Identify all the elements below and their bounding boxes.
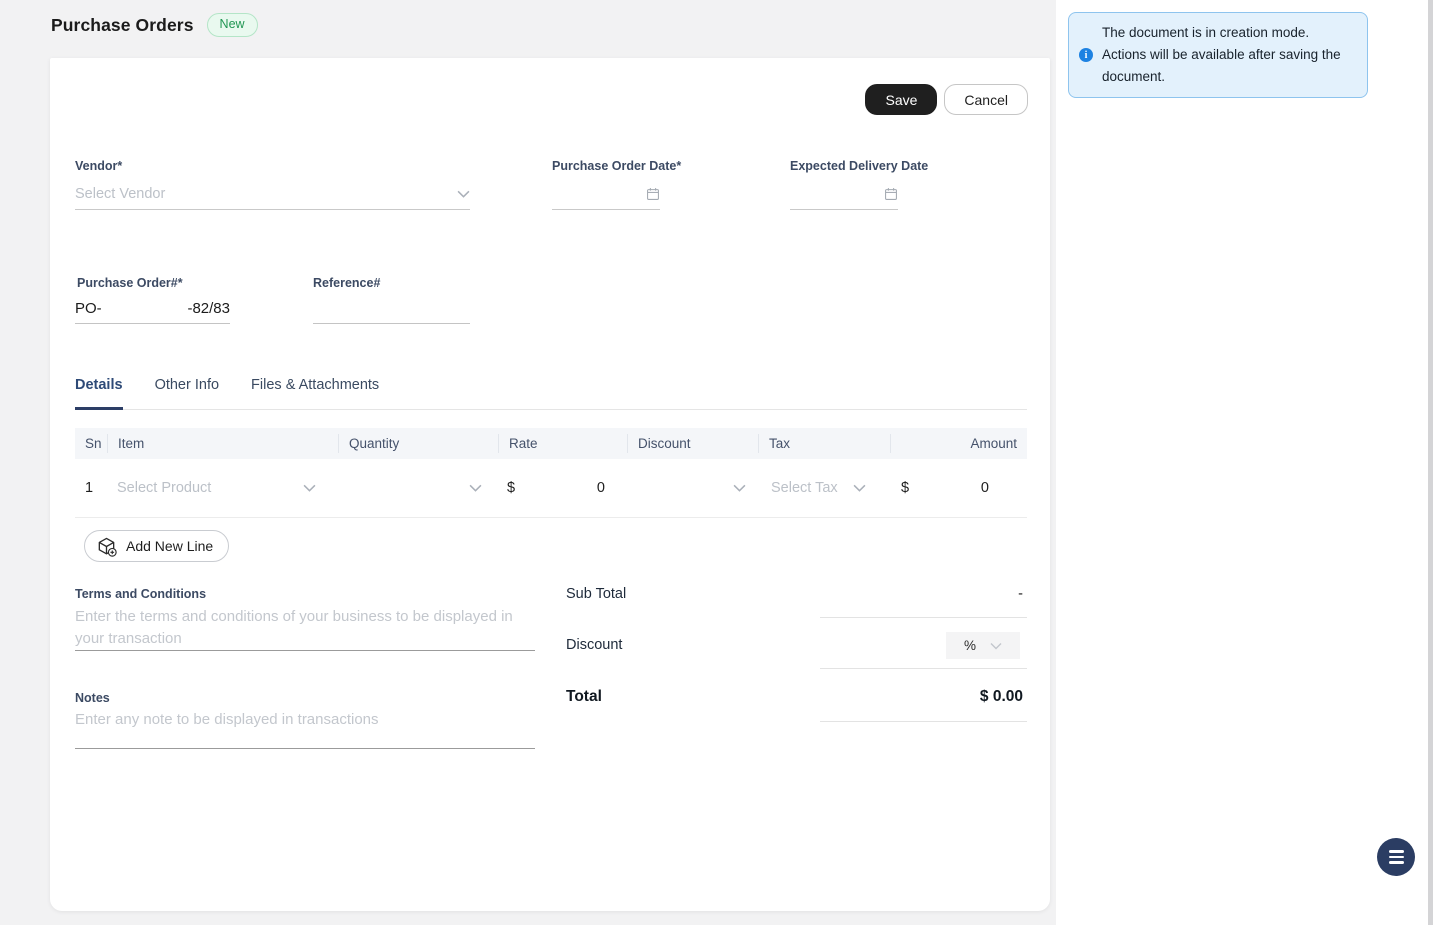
item-select[interactable]: Select Product — [107, 480, 338, 496]
table-row: 1 Select Product $ 0 — [75, 459, 1027, 518]
page-title: Purchase Orders — [51, 15, 194, 36]
delivery-date-input[interactable] — [790, 178, 898, 210]
notes-textarea[interactable]: Enter any note to be displayed in transa… — [75, 709, 535, 749]
po-date-label: Purchase Order Date* — [552, 159, 681, 173]
hamburger-icon — [1389, 850, 1404, 852]
save-button[interactable]: Save — [865, 84, 937, 115]
terms-textarea[interactable]: Enter the terms and conditions of your b… — [75, 606, 535, 651]
header-discount: Discount — [627, 434, 758, 453]
form-actions: Save Cancel — [865, 84, 1028, 115]
hamburger-icon — [1389, 856, 1404, 858]
vendor-label: Vendor* — [75, 159, 122, 173]
chevron-down-icon — [733, 484, 746, 492]
hamburger-icon — [1389, 861, 1404, 863]
quantity-select[interactable] — [338, 484, 498, 492]
po-number-label: Purchase Order#* — [77, 276, 183, 290]
total-value: $ 0.00 — [820, 688, 1027, 706]
cancel-button[interactable]: Cancel — [944, 84, 1028, 115]
tax-placeholder: Select Tax — [771, 480, 838, 496]
rate-value: 0 — [597, 480, 605, 496]
divider — [820, 617, 1027, 618]
purchase-order-page: Purchase Orders New i The document is in… — [0, 0, 1440, 925]
add-new-line-button[interactable]: Add New Line — [84, 530, 229, 562]
header-rate: Rate — [498, 434, 627, 453]
page-header: Purchase Orders New — [51, 13, 258, 37]
total-label: Total — [566, 688, 602, 706]
line-items-table: Sn Item Quantity Rate Discount Tax Amoun… — [75, 428, 1027, 518]
chevron-down-icon — [303, 484, 316, 492]
banner-text: The document is in creation mode. Action… — [1102, 22, 1355, 88]
po-date-input[interactable] — [552, 178, 660, 210]
reference-label: Reference# — [313, 276, 380, 290]
tab-details[interactable]: Details — [75, 377, 123, 410]
chevron-down-icon — [469, 484, 482, 492]
item-placeholder: Select Product — [117, 480, 211, 496]
rate-currency: $ — [507, 480, 515, 496]
page-scrollbar[interactable] — [1428, 0, 1433, 925]
divider — [820, 721, 1027, 722]
rate-input[interactable]: $ 0 — [498, 480, 627, 496]
creation-mode-banner: i The document is in creation mode. Acti… — [1068, 12, 1368, 98]
po-number-prefix: PO- — [75, 300, 102, 317]
vendor-select[interactable]: Select Vendor — [75, 178, 470, 210]
header-quantity: Quantity — [338, 434, 498, 453]
discount-select[interactable] — [627, 484, 758, 492]
right-panel: i The document is in creation mode. Acti… — [1056, 0, 1440, 925]
reference-input[interactable] — [313, 293, 470, 324]
table-header-row: Sn Item Quantity Rate Discount Tax Amoun… — [75, 428, 1027, 459]
header-sn: Sn — [75, 434, 107, 453]
sub-total-value: - — [820, 586, 1027, 602]
tab-other-info[interactable]: Other Info — [155, 377, 219, 409]
po-number-input[interactable]: PO- -82/83 — [75, 293, 230, 324]
tab-files-attachments[interactable]: Files & Attachments — [251, 377, 379, 409]
amount-cell: $ 0 — [890, 480, 1027, 496]
add-new-line-label: Add New Line — [126, 538, 213, 554]
chevron-down-icon — [457, 190, 470, 198]
tax-select[interactable]: Select Tax — [758, 480, 890, 496]
discount-unit-select[interactable]: % — [946, 632, 1020, 659]
header-tax: Tax — [758, 434, 890, 453]
discount-unit-value: % — [964, 638, 976, 653]
notes-label: Notes — [75, 691, 110, 705]
divider — [820, 668, 1027, 669]
floating-menu-button[interactable] — [1377, 838, 1415, 876]
detail-tabs: Details Other Info Files & Attachments — [75, 377, 1027, 410]
row-sn: 1 — [75, 480, 107, 496]
chevron-down-icon — [853, 484, 866, 492]
amount-value: 0 — [981, 480, 989, 496]
terms-label: Terms and Conditions — [75, 587, 206, 601]
header-amount: Amount — [890, 434, 1027, 453]
po-number-suffix: -82/83 — [187, 300, 230, 317]
calendar-icon — [646, 187, 660, 201]
box-plus-icon — [96, 536, 117, 557]
purchase-order-form-card: Save Cancel Vendor* Select Vendor Purcha… — [50, 58, 1050, 911]
chevron-down-icon — [990, 642, 1002, 650]
amount-currency: $ — [901, 480, 909, 496]
discount-label: Discount — [566, 637, 622, 653]
info-icon: i — [1079, 48, 1093, 62]
delivery-date-label: Expected Delivery Date — [790, 159, 928, 173]
header-item: Item — [107, 434, 338, 453]
status-badge: New — [207, 13, 258, 37]
sub-total-label: Sub Total — [566, 586, 626, 602]
calendar-icon — [884, 187, 898, 201]
vendor-placeholder: Select Vendor — [75, 186, 165, 202]
